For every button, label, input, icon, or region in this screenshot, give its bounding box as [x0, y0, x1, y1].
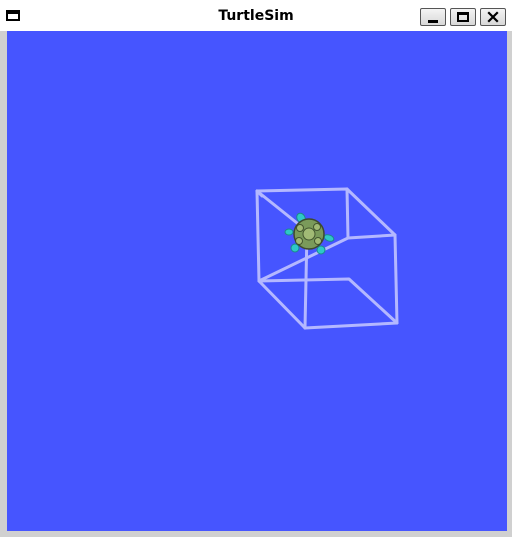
maximize-button[interactable]: [450, 8, 476, 26]
pen-trail-edge-top: [345, 187, 397, 237]
close-icon: [487, 11, 499, 23]
title-bar[interactable]: TurtleSim: [0, 0, 512, 31]
drawing-layer: [255, 187, 399, 330]
minimize-button[interactable]: [420, 8, 446, 26]
turtlesim-window: TurtleSim: [0, 0, 512, 537]
maximize-icon: [457, 12, 469, 22]
pen-trail-edge-bottom: [257, 279, 307, 330]
minimize-icon: [428, 19, 438, 23]
close-button[interactable]: [480, 8, 506, 26]
turtle-canvas: [7, 31, 507, 531]
pen-trail-cube: [255, 187, 399, 330]
pen-trail-edge-left: [255, 189, 309, 330]
